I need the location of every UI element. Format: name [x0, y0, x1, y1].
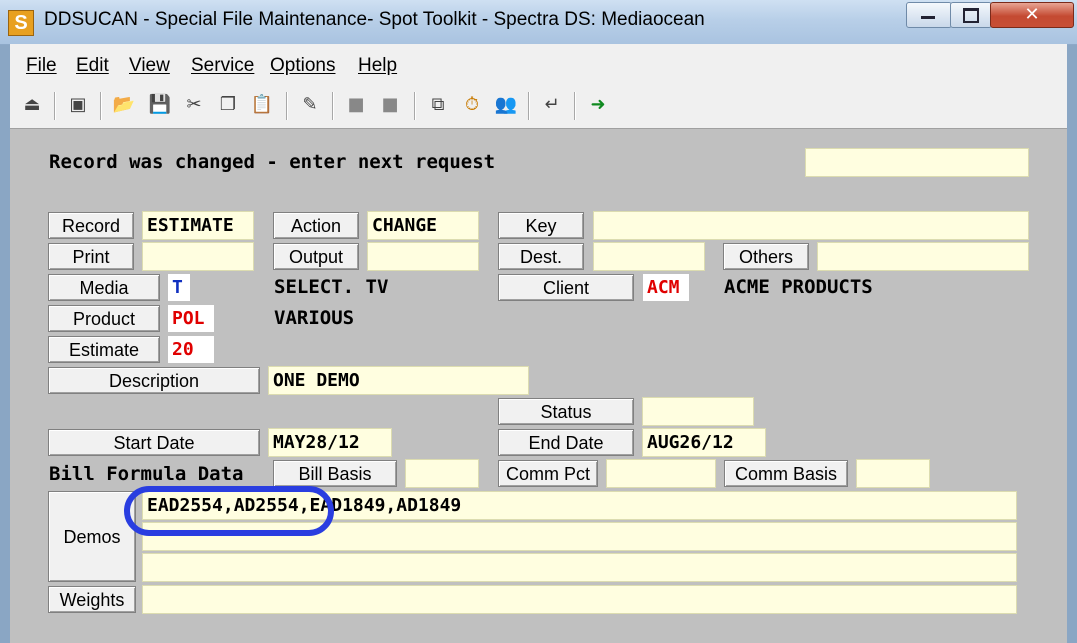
status-field[interactable] [642, 397, 754, 426]
disabled-icon: ■ [347, 94, 365, 115]
media-button[interactable]: Media [48, 274, 160, 301]
timer-icon[interactable]: ⏱ [460, 93, 484, 117]
app-icon[interactable]: S [8, 10, 34, 36]
demos-field-line-3[interactable] [142, 553, 1017, 582]
copy-screen-icon[interactable]: ⧉ [426, 93, 450, 117]
application-window: S DDSUCAN - Special File Maintenance- Sp… [0, 0, 1077, 643]
bill-formula-label: Bill Formula Data [49, 463, 244, 485]
estimate-button[interactable]: Estimate [48, 336, 160, 363]
weights-field[interactable] [142, 585, 1017, 614]
toolbar-separator [528, 92, 530, 120]
demos-button[interactable]: Demos [48, 491, 136, 582]
record-button[interactable]: Record [48, 212, 134, 239]
close-icon: ✕ [1024, 4, 1040, 25]
return-icon[interactable]: ↵ [540, 93, 564, 117]
status-message: Record was changed - enter next request [49, 151, 496, 173]
record-field[interactable]: ESTIMATE [142, 211, 254, 240]
menu-bar: File Edit View Service Options Help [10, 44, 1067, 84]
client-field[interactable]: ACM [642, 273, 690, 302]
dest-field[interactable] [593, 242, 705, 271]
menu-view[interactable]: View [129, 55, 170, 77]
menu-service[interactable]: Service [191, 55, 254, 77]
key-button[interactable]: Key [498, 212, 584, 239]
copy-icon[interactable]: ❐ [216, 93, 240, 117]
product-button[interactable]: Product [48, 305, 160, 332]
end-date-button[interactable]: End Date [498, 429, 634, 456]
form-area: Record was changed - enter next request … [10, 129, 1067, 643]
paste-icon[interactable]: 📋 [250, 93, 274, 117]
comm-pct-button[interactable]: Comm Pct [498, 460, 598, 487]
highlight-oval [124, 486, 334, 536]
users-icon[interactable]: 👥 [494, 93, 518, 117]
title-bar[interactable]: S DDSUCAN - Special File Maintenance- Sp… [0, 0, 1077, 45]
product-name: VARIOUS [274, 307, 355, 329]
dest-button[interactable]: Dest. [498, 243, 584, 270]
menu-file[interactable]: File [26, 55, 57, 77]
comm-basis-button[interactable]: Comm Basis [724, 460, 848, 487]
unavailable-icon: ▣ [69, 94, 87, 115]
estimate-field[interactable]: 20 [167, 335, 215, 364]
minimize-button[interactable] [906, 2, 952, 28]
status-button[interactable]: Status [498, 398, 634, 425]
save-icon[interactable]: 💾 [148, 93, 172, 117]
client-button[interactable]: Client [498, 274, 634, 301]
send-icon[interactable]: ⏏ [20, 93, 44, 117]
product-field[interactable]: POL [167, 304, 215, 333]
maximize-button[interactable] [950, 2, 992, 28]
media-field[interactable]: T [167, 273, 191, 302]
action-button[interactable]: Action [273, 212, 359, 239]
menu-edit[interactable]: Edit [76, 55, 109, 77]
toolbar-separator [100, 92, 102, 120]
end-date-field[interactable]: AUG26/12 [642, 428, 766, 457]
toolbar-separator [286, 92, 288, 120]
start-date-field[interactable]: MAY28/12 [268, 428, 392, 457]
weights-button[interactable]: Weights [48, 586, 136, 613]
menu-help[interactable]: Help [358, 55, 397, 77]
toolbar-separator [414, 92, 416, 120]
bill-basis-button[interactable]: Bill Basis [273, 460, 397, 487]
disabled-icon: ■ [381, 94, 399, 115]
description-button[interactable]: Description [48, 367, 260, 394]
close-button[interactable]: ✕ [990, 2, 1074, 28]
window-title: DDSUCAN - Special File Maintenance- Spot… [44, 9, 705, 30]
description-field[interactable]: ONE DEMO [268, 366, 529, 395]
start-date-button[interactable]: Start Date [48, 429, 260, 456]
print-button[interactable]: Print [48, 243, 134, 270]
comm-basis-field[interactable] [856, 459, 930, 488]
toolbar: ⏏ ▣ 📂 💾 ✂ ❐ 📋 ✎ ■ ■ ⧉ ⏱ 👥 ↵ ➜ [10, 84, 1067, 129]
open-folder-icon[interactable]: 📂 [112, 93, 136, 117]
tools-icon[interactable]: ✎ [298, 93, 322, 117]
others-button[interactable]: Others [723, 243, 809, 270]
cut-icon[interactable]: ✂ [182, 93, 206, 117]
media-name: SELECT. TV [274, 276, 389, 298]
output-button[interactable]: Output [273, 243, 359, 270]
toolbar-separator [54, 92, 56, 120]
key-field[interactable] [593, 211, 1029, 240]
toolbar-separator [332, 92, 334, 120]
exit-icon[interactable]: ➜ [586, 93, 610, 117]
output-field[interactable] [367, 242, 479, 271]
others-field[interactable] [817, 242, 1029, 271]
bill-basis-field[interactable] [405, 459, 479, 488]
minimize-icon [921, 16, 935, 19]
print-field[interactable] [142, 242, 254, 271]
action-field[interactable]: CHANGE [367, 211, 479, 240]
status-right-field[interactable] [805, 148, 1029, 177]
comm-pct-field[interactable] [606, 459, 716, 488]
maximize-icon [963, 8, 979, 23]
client-name: ACME PRODUCTS [724, 276, 873, 298]
menu-options[interactable]: Options [270, 55, 335, 77]
toolbar-separator [574, 92, 576, 120]
